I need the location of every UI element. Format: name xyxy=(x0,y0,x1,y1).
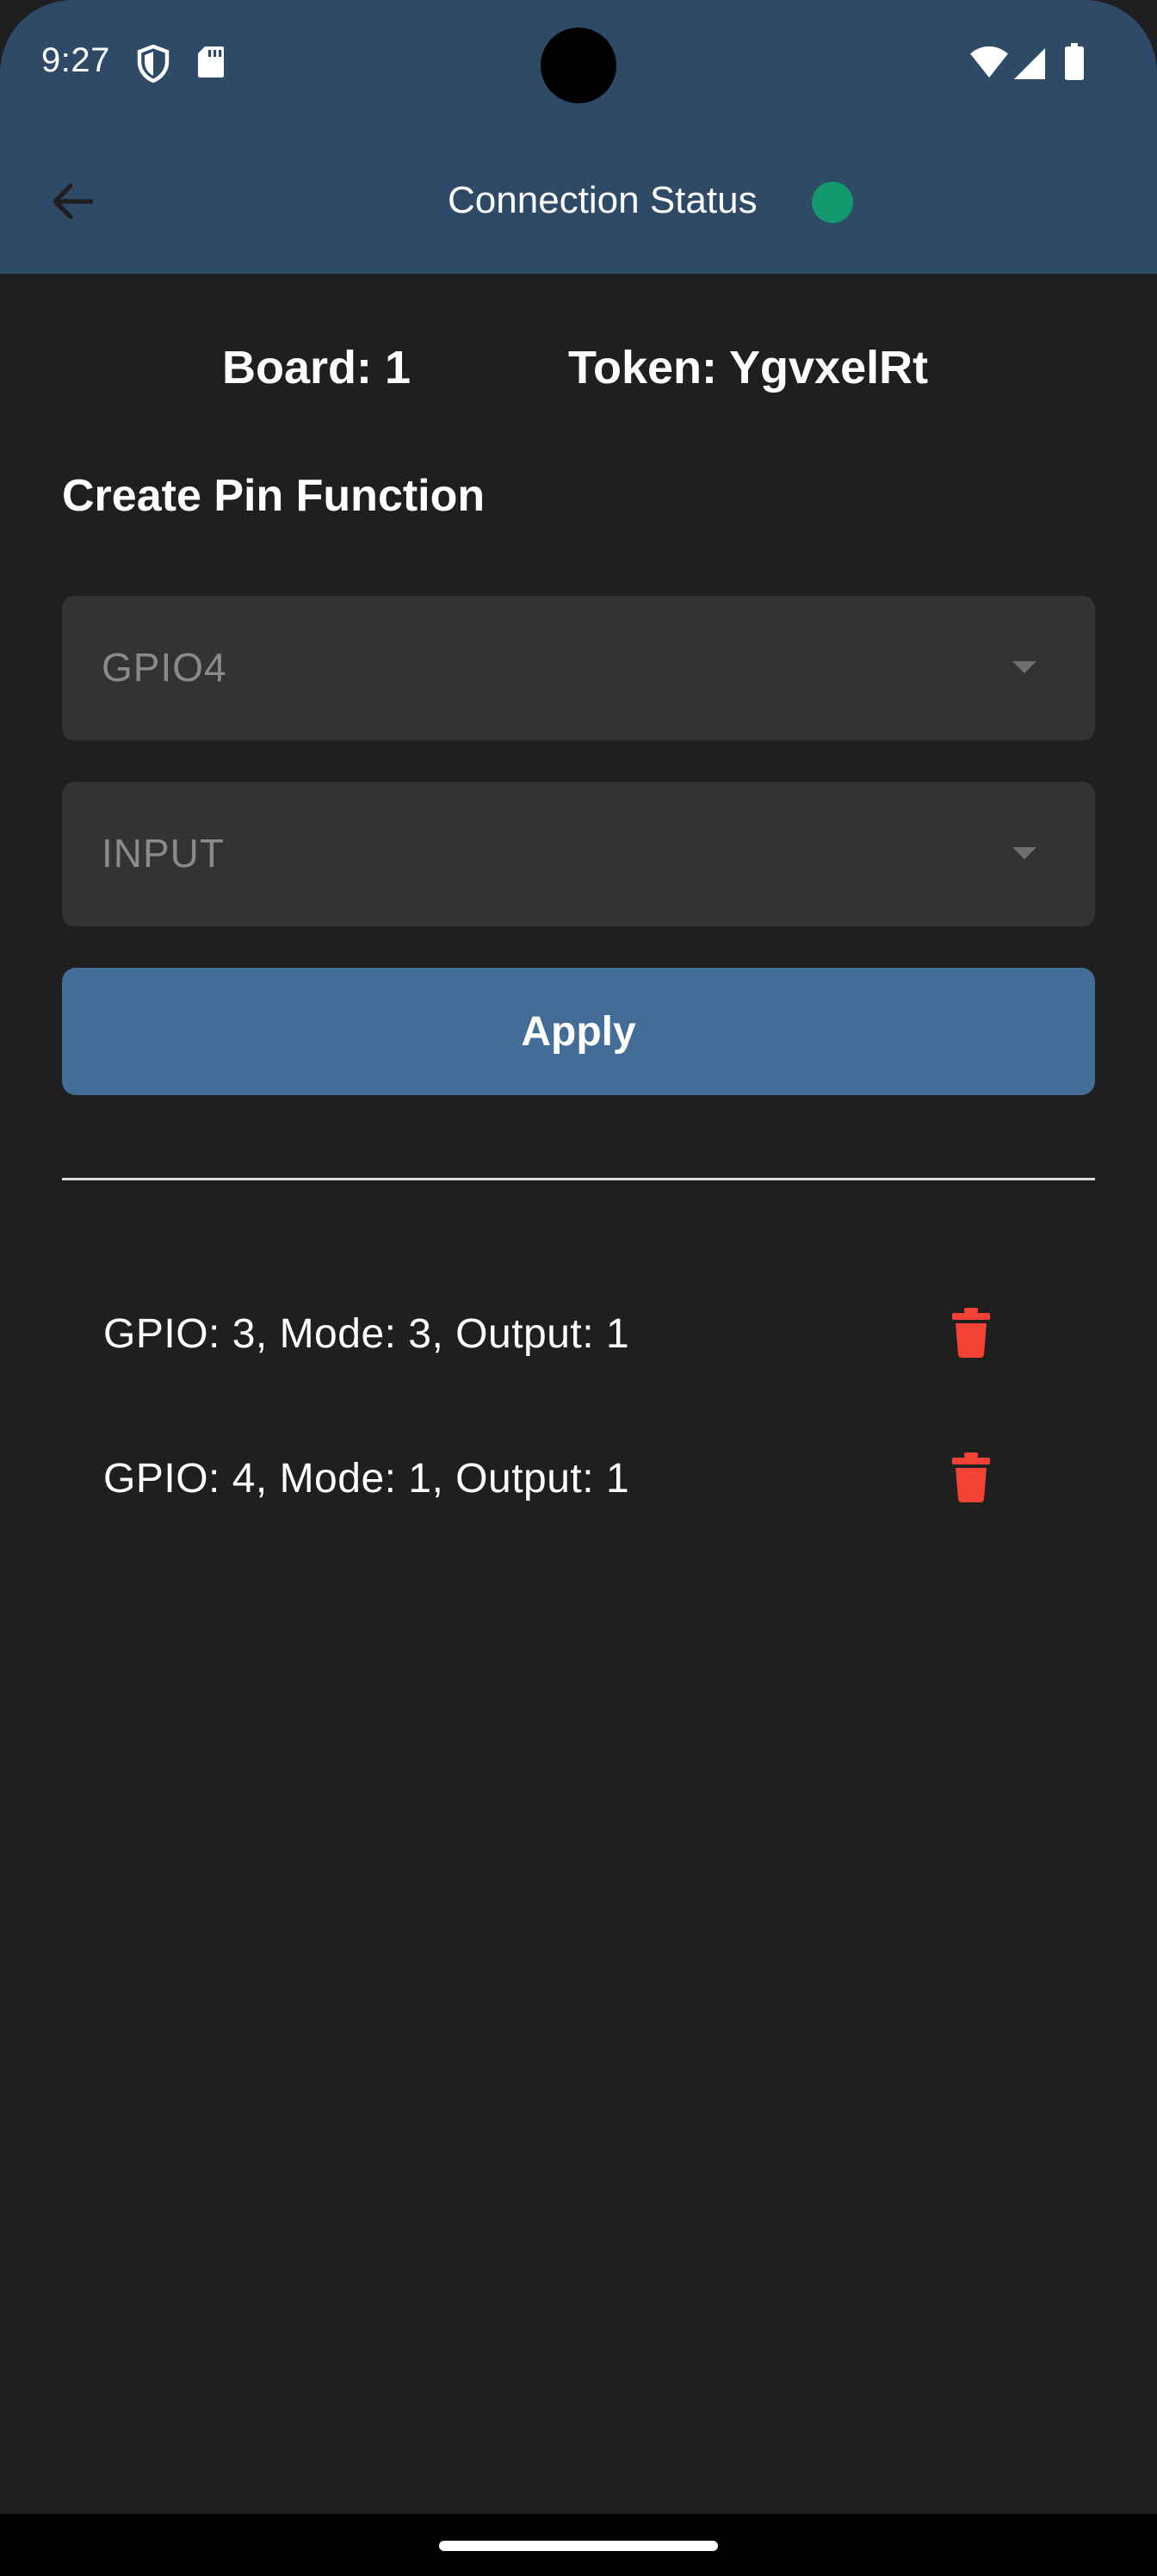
pin-label: GPIO: 4, Mode: 1, Output: 1 xyxy=(103,1456,630,1502)
token-label: Token: YgvxelRt xyxy=(568,342,929,393)
trash-icon xyxy=(952,1307,990,1362)
mode-dropdown[interactable]: INPUT xyxy=(62,782,1095,926)
apply-button[interactable]: Apply xyxy=(62,968,1095,1095)
arrow-back-icon xyxy=(50,181,95,226)
status-bar: 9:27 xyxy=(0,0,1157,129)
list-item: GPIO: 3, Mode: 3, Output: 1 xyxy=(0,1274,1157,1395)
sd-card-icon xyxy=(196,45,226,84)
battery-icon xyxy=(1064,43,1085,85)
board-label: Board: 1 xyxy=(222,342,411,393)
wifi-icon xyxy=(969,43,1009,84)
signal-icon xyxy=(1012,46,1047,85)
mode-dropdown-value: INPUT xyxy=(102,831,225,876)
pin-dropdown-value: GPIO4 xyxy=(102,645,227,690)
pin-dropdown[interactable]: GPIO4 xyxy=(62,596,1095,740)
dropdown-caret-icon xyxy=(1012,661,1036,673)
camera-cutout xyxy=(541,28,616,103)
pin-label: GPIO: 3, Mode: 3, Output: 1 xyxy=(103,1311,630,1357)
section-title: Create Pin Function xyxy=(62,471,486,521)
app-bar-title: Connection Status xyxy=(448,179,758,221)
shield-icon xyxy=(136,44,170,87)
trash-icon xyxy=(952,1452,990,1507)
delete-button[interactable] xyxy=(940,1300,1002,1369)
delete-button[interactable] xyxy=(940,1445,1002,1514)
status-time: 9:27 xyxy=(41,41,110,79)
app-screen: 9:27 Connection Status Board: 1 Token: Y… xyxy=(0,0,1157,2514)
list-item: GPIO: 4, Mode: 1, Output: 1 xyxy=(0,1419,1157,1539)
back-button[interactable] xyxy=(34,169,110,238)
dropdown-caret-icon xyxy=(1012,847,1036,859)
connection-status-indicator xyxy=(812,182,853,223)
divider xyxy=(62,1178,1095,1180)
gesture-nav-handle[interactable] xyxy=(439,2541,718,2551)
